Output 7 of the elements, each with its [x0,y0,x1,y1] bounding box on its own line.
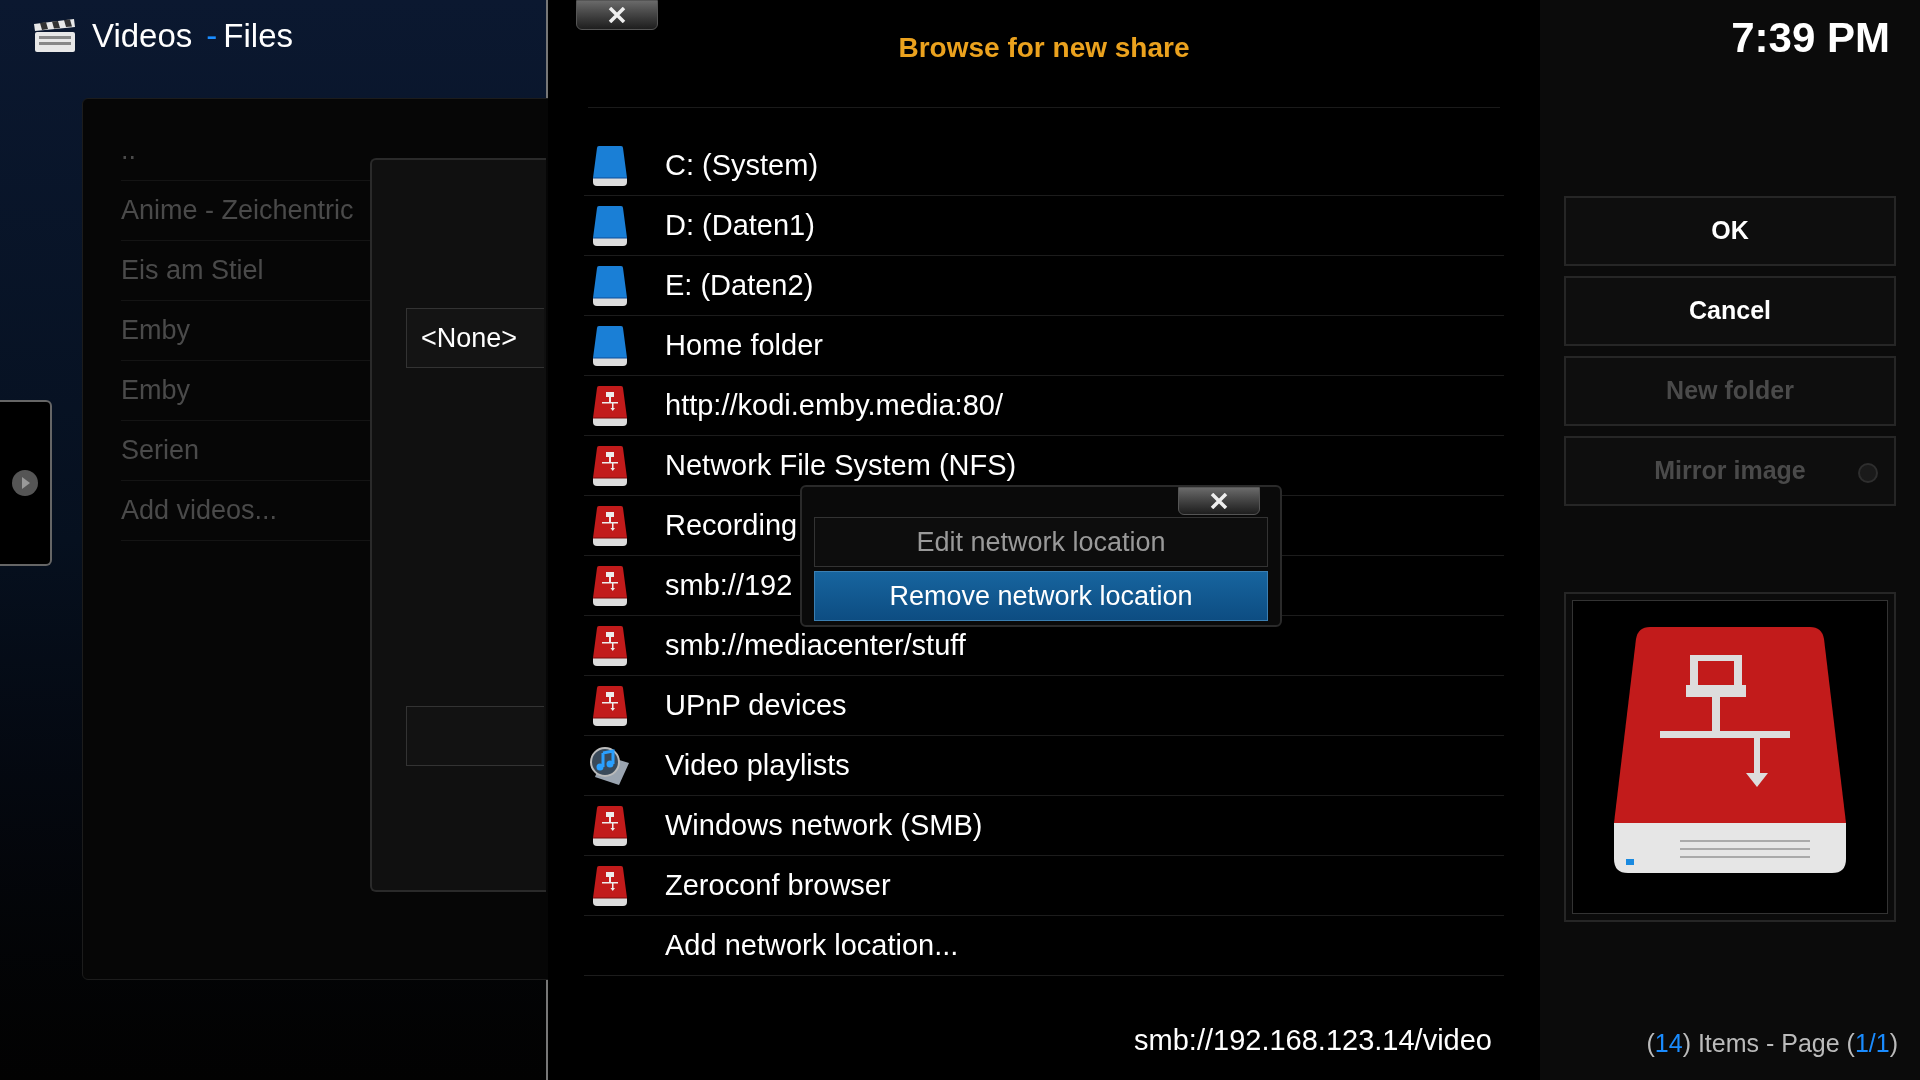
current-path: smb://192.168.123.14/video [1134,1022,1492,1058]
dialog-title: Browse for new share [898,30,1190,65]
item-count: (14) Items - Page (1/1) [1646,1027,1898,1059]
clock: 7:39 PM [1731,13,1890,60]
section-title: Videos [92,16,193,57]
view-title: Files [223,16,293,57]
title-separator: - [206,16,218,57]
